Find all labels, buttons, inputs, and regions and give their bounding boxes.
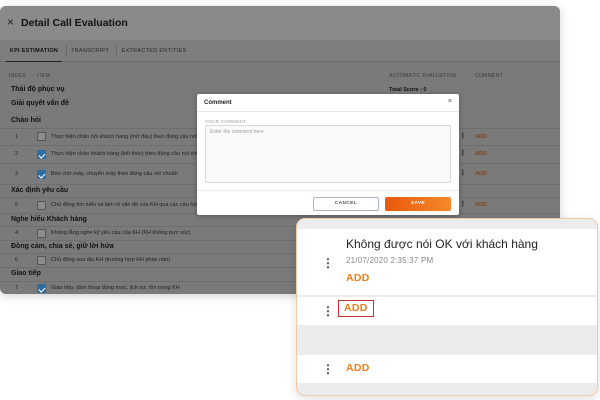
more-menu-icon[interactable]: ⋮ xyxy=(322,257,334,269)
row-item-text: Thực hiện chào khách hàng (kết thúc) the… xyxy=(51,151,206,157)
add-comment-link[interactable]: ADD xyxy=(475,151,487,157)
row-index: 5 xyxy=(15,202,19,208)
col-automatic-evaluation: AUTOMATIC EVALUATION xyxy=(389,73,457,79)
col-comment: COMMENT xyxy=(475,73,503,79)
row-separator: | xyxy=(462,133,464,139)
row-gap xyxy=(297,219,597,229)
more-menu-icon[interactable]: ⋮ xyxy=(322,305,334,317)
close-icon[interactable]: × xyxy=(7,16,14,28)
group-label: Giải quyết vấn đề xyxy=(11,100,69,107)
modal-title: Comment xyxy=(204,100,232,106)
group-label: Giao tiếp xyxy=(11,270,41,277)
comment-zoom-card: ⋮ Không được nói OK với khách hàng 21/07… xyxy=(296,218,598,396)
row-index: 6 xyxy=(15,257,19,263)
tab-kpi-estimation[interactable]: KPI ESTIMATION xyxy=(6,40,62,62)
tab-extracted-entities[interactable]: EXTRACTED ENTITIES xyxy=(119,40,189,62)
window-title: Detail Call Evaluation xyxy=(21,17,128,29)
add-comment-link[interactable]: ADD xyxy=(475,134,487,140)
group-label: Thái độ phục vụ xyxy=(11,86,65,93)
more-menu-icon[interactable]: ⋮ xyxy=(322,363,334,375)
comment-row: ⋮ ADD xyxy=(297,297,597,325)
row-index: 3 xyxy=(15,171,19,177)
table-header: INDEX ITEM AUTOMATIC EVALUATION COMMENT xyxy=(0,70,560,84)
group-label: Chào hỏi xyxy=(11,117,41,124)
tab-divider xyxy=(116,45,117,57)
row-item-text: Báo chờ máy, chuyển máy theo đúng câu nó… xyxy=(51,171,178,177)
col-index: INDEX xyxy=(9,73,26,79)
comment-field-label: YOUR COMMENT xyxy=(205,119,247,124)
tab-bar: KPI ESTIMATION TRANSCRIPT EXTRACTED ENTI… xyxy=(0,40,560,62)
comment-row: ⋮ Không được nói OK với khách hàng 21/07… xyxy=(297,229,597,295)
add-comment-button-highlighted[interactable]: ADD xyxy=(338,300,374,317)
group-label: Xác định yêu cầu xyxy=(11,187,69,194)
row-gap xyxy=(297,383,597,395)
row-index: 1 xyxy=(15,134,19,140)
modal-header: Comment × xyxy=(197,94,459,112)
row-checkbox[interactable] xyxy=(37,284,46,293)
tab-transcript[interactable]: TRANSCRIPT xyxy=(68,40,112,62)
col-item: ITEM xyxy=(37,73,51,79)
row-checkbox[interactable] xyxy=(37,170,46,179)
row-separator: | xyxy=(462,201,464,207)
row-checkbox[interactable] xyxy=(37,201,46,210)
row-checkbox[interactable] xyxy=(37,256,46,265)
row-item-text: Không lắng nghe kỹ yêu cầu của KH (KH kh… xyxy=(51,230,191,236)
row-item-text: Thực hiện chào hỏi khách hàng (mở đầu) t… xyxy=(51,134,214,140)
row-item-text: Chủ động tìm hiểu và làm rõ vấn đề của K… xyxy=(51,202,220,208)
cancel-button[interactable]: CANCEL xyxy=(313,197,379,211)
add-comment-button[interactable]: ADD xyxy=(346,362,370,374)
row-index: 7 xyxy=(15,285,19,291)
comment-row: ⋮ ADD xyxy=(297,355,597,383)
row-checkbox[interactable] xyxy=(37,132,46,141)
row-index: 2 xyxy=(15,151,19,157)
comment-input[interactable] xyxy=(205,125,451,183)
comment-modal: Comment × YOUR COMMENT CANCEL SAVE xyxy=(197,94,459,215)
group-label: Đồng cảm, chia sẻ, giữ lời hứa xyxy=(11,243,114,250)
add-comment-link[interactable]: ADD xyxy=(475,171,487,177)
total-score: Total Score : 0 xyxy=(389,87,427,93)
window-header: × Detail Call Evaluation xyxy=(0,6,560,40)
modal-footer-divider xyxy=(197,190,459,191)
row-separator: | xyxy=(462,150,464,156)
comment-timestamp: 21/07/2020 2:35:37 PM xyxy=(346,256,434,265)
add-comment-button[interactable]: ADD xyxy=(346,272,370,284)
row-separator: | xyxy=(462,170,464,176)
group-label: Nghe hiểu Khách hàng xyxy=(11,216,87,223)
add-comment-link[interactable]: ADD xyxy=(475,202,487,208)
row-item-text: Chủ động xoa dịu KH (trường hợp KH phàn … xyxy=(51,257,171,263)
row-gap xyxy=(297,325,597,355)
close-icon[interactable]: × xyxy=(448,98,452,106)
row-checkbox[interactable] xyxy=(37,150,46,159)
tab-divider xyxy=(66,45,67,57)
row-index: 4 xyxy=(15,230,19,236)
save-button[interactable]: SAVE xyxy=(385,197,451,211)
comment-text: Không được nói OK với khách hàng xyxy=(346,237,538,251)
row-checkbox[interactable] xyxy=(37,229,46,238)
row-item-text: Giao tiếp, đàm thoại đúng mực, lịch sự, … xyxy=(51,285,180,291)
